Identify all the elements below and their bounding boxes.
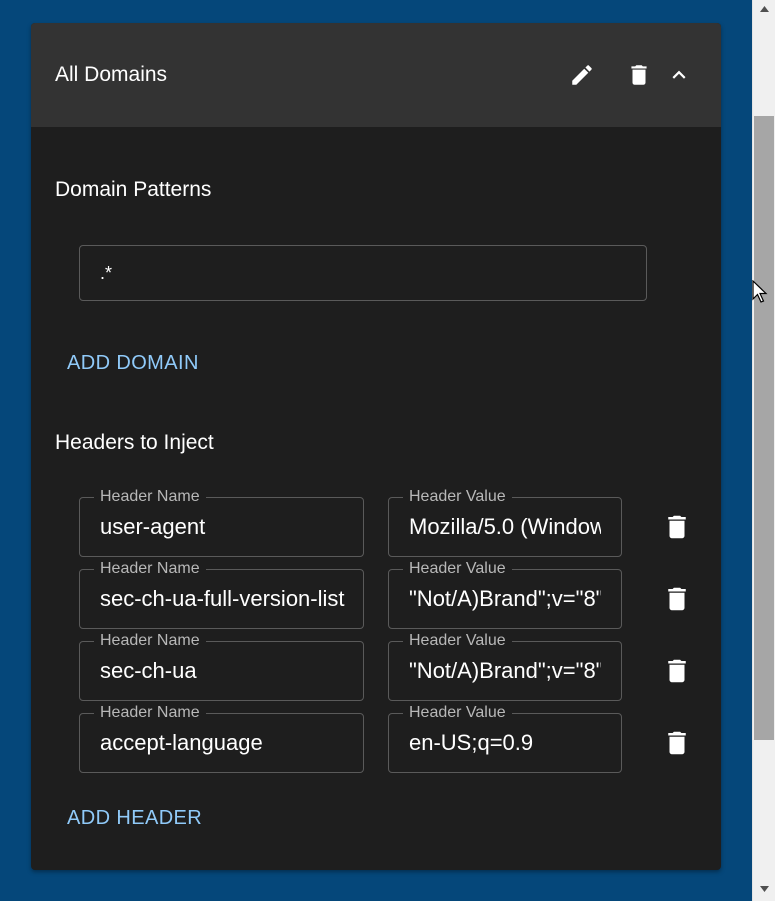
header-name-input[interactable] <box>100 654 350 688</box>
delete-header-button[interactable] <box>659 725 695 761</box>
trash-icon <box>631 65 647 85</box>
domain-patterns-title: Domain Patterns <box>55 178 212 201</box>
trash-icon <box>668 515 686 539</box>
header-value-field: Header Value <box>388 560 622 629</box>
chevron-up-icon <box>672 70 686 79</box>
trash-icon <box>668 659 686 683</box>
card-header: All Domains <box>31 23 721 127</box>
delete-group-button[interactable] <box>623 59 655 91</box>
header-row: Header Name Header Value <box>31 632 721 701</box>
trash-icon <box>668 731 686 755</box>
header-value-input[interactable] <box>409 510 601 544</box>
trash-icon <box>668 587 686 611</box>
add-header-button[interactable]: ADD HEADER <box>67 806 202 830</box>
delete-header-button[interactable] <box>659 509 695 545</box>
header-value-label: Header Value <box>403 488 512 506</box>
headers-to-inject-title: Headers to Inject <box>55 431 214 454</box>
header-value-field: Header Value <box>388 488 622 557</box>
header-name-label: Header Name <box>94 632 206 650</box>
delete-header-button[interactable] <box>659 581 695 617</box>
vertical-scrollbar[interactable] <box>752 0 775 901</box>
scroll-up-button[interactable] <box>753 0 775 17</box>
header-name-field: Header Name <box>79 704 364 773</box>
header-name-label: Header Name <box>94 488 206 506</box>
card-title: All Domains <box>55 63 168 86</box>
header-value-field: Header Value <box>388 704 622 773</box>
page-viewport: All Domains Domain Patterns ADD DOM <box>0 0 752 901</box>
header-row: Header Name Header Value <box>31 488 721 557</box>
domain-group-card: All Domains Domain Patterns ADD DOM <box>31 23 721 870</box>
pencil-icon <box>572 65 592 85</box>
header-value-field: Header Value <box>388 632 622 701</box>
header-name-field: Header Name <box>79 488 364 557</box>
header-name-field: Header Name <box>79 632 364 701</box>
header-name-input[interactable] <box>100 726 350 760</box>
domain-pattern-field <box>79 245 647 301</box>
scroll-down-button[interactable] <box>753 880 775 897</box>
collapse-button[interactable] <box>663 59 695 91</box>
header-value-input[interactable] <box>409 654 601 688</box>
header-name-label: Header Name <box>94 704 206 722</box>
header-value-label: Header Value <box>403 704 512 722</box>
header-name-field: Header Name <box>79 560 364 629</box>
domain-pattern-input[interactable] <box>100 246 620 300</box>
caret-up-icon <box>759 5 769 12</box>
edit-button[interactable] <box>566 59 598 91</box>
header-row: Header Name Header Value <box>31 560 721 629</box>
mouse-pointer-icon <box>752 280 768 303</box>
header-name-input[interactable] <box>100 510 350 544</box>
header-row: Header Name Header Value <box>31 704 721 773</box>
header-value-label: Header Value <box>403 632 512 650</box>
header-value-input[interactable] <box>409 582 601 616</box>
delete-header-button[interactable] <box>659 653 695 689</box>
add-domain-button[interactable]: ADD DOMAIN <box>67 351 199 375</box>
header-value-input[interactable] <box>409 726 601 760</box>
header-name-label: Header Name <box>94 560 206 578</box>
caret-down-icon <box>759 885 769 892</box>
header-name-input[interactable] <box>100 582 350 616</box>
scroll-thumb[interactable] <box>754 116 774 740</box>
header-value-label: Header Value <box>403 560 512 578</box>
